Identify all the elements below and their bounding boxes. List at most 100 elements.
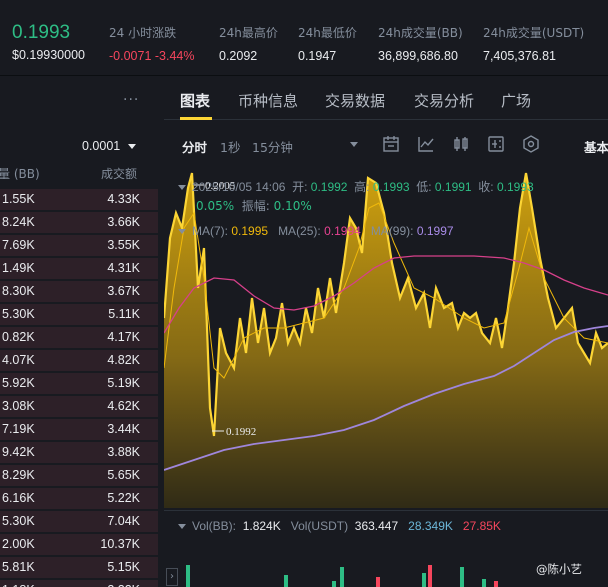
row-amount: 3.08K	[2, 399, 35, 413]
row-total: 5.15K	[107, 560, 140, 574]
row-amount: 5.81K	[2, 560, 35, 574]
indicator-icon[interactable]	[416, 134, 436, 154]
row-amount: 0.82K	[2, 330, 35, 344]
candle-icon[interactable]	[451, 134, 471, 154]
collapse-icon[interactable]	[178, 524, 186, 530]
row-amount: 1.55K	[2, 192, 35, 206]
tab-trading-data[interactable]: 交易数据	[325, 90, 385, 111]
order-book-row[interactable]: 5.30K 7.04K	[0, 509, 158, 532]
row-total: 3.55K	[107, 238, 140, 252]
order-book-row[interactable]: 1.55K 4.33K	[0, 187, 158, 210]
row-amount: 8.30K	[2, 284, 35, 298]
stat-label: 24h最低价	[298, 26, 357, 40]
ohlc-change-readout: 0.05% 振幅: 0.10%	[196, 197, 312, 214]
order-book-row[interactable]: 5.81K 5.15K	[0, 555, 158, 578]
chart-tabs: 图表 币种信息 交易数据 交易分析 广场	[164, 80, 608, 120]
row-amount: 5.92K	[2, 376, 35, 390]
row-total: 7.04K	[107, 514, 140, 528]
close-label: 收:	[478, 180, 494, 194]
volume-bar	[494, 581, 498, 587]
close-value: 0.1993	[496, 180, 534, 194]
volume-bar	[186, 565, 190, 587]
volume-usdt-value: 363.447	[354, 519, 399, 533]
ma99-value: 0.1997	[416, 224, 454, 238]
row-total: 5.11K	[108, 307, 140, 321]
order-book-row[interactable]: 7.69K 3.55K	[0, 233, 158, 256]
interval-timeline[interactable]: 分时	[182, 137, 207, 156]
row-amount: 8.24K	[2, 215, 35, 229]
calendar-icon[interactable]	[381, 134, 401, 154]
row-total: 4.31K	[107, 261, 140, 275]
order-book-row[interactable]: 5.30K 5.11K	[0, 302, 158, 325]
hexagon-icon[interactable]	[521, 134, 541, 154]
stat-value: 7,405,376.81	[483, 49, 556, 63]
stat-24h-high: 24h最高价 0.2092	[219, 24, 278, 63]
low-marker-label: 0.1992	[226, 426, 256, 438]
ma7-label: MA(7):	[192, 224, 228, 238]
high-label: 高:	[354, 180, 370, 194]
high-value: 0.1993	[372, 180, 410, 194]
ohlc-readout: 2025/10/05 14:06 开: 0.1992 高: 0.1993 低: …	[178, 178, 534, 195]
volume-bar	[332, 581, 336, 587]
stat-label: 24 小时涨跌	[109, 26, 177, 40]
row-total: 5.19K	[107, 376, 140, 390]
chevron-down-icon[interactable]	[128, 144, 136, 149]
row-total: 3.88K	[107, 445, 140, 459]
tab-trading-analysis[interactable]: 交易分析	[414, 90, 474, 111]
amplitude-label: 振幅:	[241, 199, 270, 213]
tab-square[interactable]: 广场	[501, 90, 531, 111]
stat-value: 0.2092	[219, 49, 258, 63]
volume-bar	[376, 577, 380, 587]
order-book-row[interactable]: 7.19K 3.44K	[0, 417, 158, 440]
volume-readout: Vol(BB): 1.824K Vol(USDT) 363.447 28.349…	[178, 519, 501, 533]
order-book-row[interactable]: 8.24K 3.66K	[0, 210, 158, 233]
row-total: 4.17K	[107, 330, 140, 344]
row-amount: 1.18K	[2, 583, 35, 587]
volume-usdt-label: Vol(USDT)	[290, 519, 349, 533]
precision-select[interactable]: 0.0001	[82, 139, 120, 153]
collapse-icon[interactable]	[178, 185, 186, 191]
trading-app: 0.1993 $0.19930000 24 小时涨跌 -0.0071 -3.44…	[0, 0, 608, 587]
ticker-header: 0.1993 $0.19930000 24 小时涨跌 -0.0071 -3.44…	[0, 0, 608, 76]
order-book-row[interactable]: 1.49K 4.31K	[0, 256, 158, 279]
stat-value: -0.0071 -3.44%	[109, 49, 195, 63]
volume-bar	[422, 573, 426, 587]
order-book-row[interactable]: 4.07K 4.82K	[0, 348, 158, 371]
more-options-icon[interactable]: ···	[123, 92, 139, 108]
collapse-icon[interactable]	[178, 229, 186, 235]
order-book-row[interactable]: 5.92K 5.19K	[0, 371, 158, 394]
settings-icon[interactable]	[486, 134, 506, 154]
price-chart[interactable]: 0.2005 0.1992 2025/10/05 14:06 开: 0.1992…	[164, 168, 608, 508]
volume-value: 1.824K	[242, 519, 281, 533]
interval-dropdown-icon[interactable]	[350, 142, 358, 147]
order-book-row[interactable]: 9.42K 3.88K	[0, 440, 158, 463]
interval-1s[interactable]: 1秒	[220, 137, 240, 156]
interval-15m[interactable]: 15分钟	[252, 137, 293, 156]
stat-value: 0.1947	[298, 49, 337, 63]
stat-label: 24h成交量(BB)	[378, 26, 463, 40]
order-book-row[interactable]: 2.00K 10.37K	[0, 532, 158, 555]
row-total: 5.22K	[107, 491, 140, 505]
row-total: 3.66K	[107, 215, 140, 229]
volume-bar	[460, 567, 464, 587]
stat-24h-volume-usdt: 24h成交量(USDT) 7,405,376.81	[483, 24, 584, 63]
order-book-row[interactable]: 8.30K 3.67K	[0, 279, 158, 302]
row-total: 3.67K	[107, 284, 140, 298]
row-total: 10.37K	[100, 537, 140, 551]
active-tab-indicator	[180, 117, 212, 120]
row-amount: 8.29K	[2, 468, 35, 482]
tab-coin-info[interactable]: 币种信息	[238, 90, 298, 111]
volume-bar	[482, 579, 486, 587]
row-amount: 2.00K	[2, 537, 35, 551]
column-amount-header: 量 (BB)	[0, 167, 40, 181]
tab-chart[interactable]: 图表	[180, 90, 210, 111]
chevron-right-icon[interactable]: ›	[166, 568, 178, 586]
order-book-row[interactable]: 1.18K 2.22K	[0, 578, 158, 587]
chart-style-basic[interactable]: 基本	[584, 137, 608, 156]
order-book-row[interactable]: 6.16K 5.22K	[0, 486, 158, 509]
order-book-row[interactable]: 8.29K 5.65K	[0, 463, 158, 486]
row-amount: 9.42K	[2, 445, 35, 459]
order-book-row[interactable]: 3.08K 4.62K	[0, 394, 158, 417]
ohlc-date: 2025/10/05 14:06	[192, 180, 286, 194]
order-book-row[interactable]: 0.82K 4.17K	[0, 325, 158, 348]
